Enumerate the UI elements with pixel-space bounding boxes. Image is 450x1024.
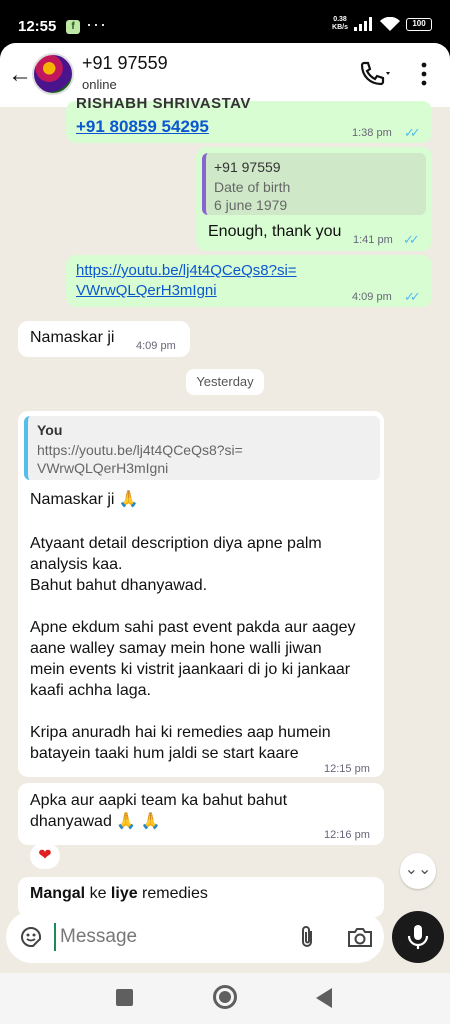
back-arrow-icon[interactable]: ← <box>8 61 32 89</box>
quoted-contact-name: +91 97559 <box>214 159 281 175</box>
more-notifications-icon: ··· <box>86 14 107 34</box>
message-text-part: ke <box>85 885 111 902</box>
kebab-menu-icon[interactable] <box>414 61 434 87</box>
message-line: Apka aur aapki team ka bahut bahut <box>30 792 288 809</box>
status-bar: 12:55 f ··· 0.38 KB/s 100 <box>0 0 450 48</box>
camera-icon[interactable] <box>346 925 374 949</box>
app-notification-icon: f <box>66 20 80 34</box>
message-text: Mangal ke liye remedies <box>30 885 208 903</box>
signal-icon <box>354 17 372 31</box>
message-bubble-incoming[interactable]: Apka aur aapki team ka bahut bahut dhany… <box>18 783 384 845</box>
message-text-part: remedies <box>137 885 208 902</box>
status-time: 12:55 <box>18 18 57 35</box>
message-time: 12:15 pm <box>324 763 370 775</box>
message-line: analysis kaa. <box>30 556 123 573</box>
paperclip-icon[interactable] <box>296 924 318 950</box>
heart-reaction-icon[interactable]: ❤ <box>30 843 60 869</box>
contact-name[interactable]: +91 97559 <box>82 53 168 74</box>
date-separator: Yesterday <box>186 369 264 395</box>
message-line: dhanyawad 🙏 🙏 <box>30 813 161 830</box>
message-line: aane walley samay mein hone walli jiwan <box>30 640 322 657</box>
message-input[interactable] <box>54 923 274 951</box>
message-text-bold: Mangal <box>30 885 86 902</box>
message-bubble-outgoing[interactable]: https://youtu.be/lj4t4QCeQs8?si= VWrwQLQ… <box>66 255 432 307</box>
message-line: Namaskar ji 🙏 <box>30 491 139 508</box>
message-bubble-incoming[interactable]: Namaskar ji 4:09 pm <box>18 321 190 357</box>
read-receipt-icon: ✓✓ <box>403 232 420 247</box>
youtube-link-continued[interactable]: VWrwQLQerH3mIgni <box>76 280 217 301</box>
message-line: batayein taaki hum jaldi se start kaare <box>30 745 299 762</box>
status-indicators: 0.38 KB/s 100 <box>332 16 432 32</box>
read-receipt-icon: ✓✓ <box>404 125 421 140</box>
message-bubble-outgoing[interactable]: +91 97559 Date of birth 6 june 1979 Enou… <box>196 147 432 251</box>
quoted-line: https://youtu.be/lj4t4QCeQs8?si= <box>37 442 243 458</box>
quoted-author: You <box>37 422 63 438</box>
network-speed: 0.38 KB/s <box>332 16 348 31</box>
battery-icon: 100 <box>406 17 432 31</box>
contact-card-phone-link[interactable]: +91 80859 54295 <box>76 117 209 137</box>
message-bubble-incoming[interactable]: You https://youtu.be/lj4t4QCeQs8?si= VWr… <box>18 411 384 777</box>
contact-status: online <box>82 77 117 92</box>
contact-avatar[interactable] <box>32 53 74 95</box>
message-time: 1:41 pm <box>353 234 393 246</box>
message-line: mein events ki vistrit jaankaari di jo k… <box>30 661 351 678</box>
home-button[interactable] <box>213 985 237 1009</box>
microphone-icon <box>407 925 429 949</box>
youtube-link[interactable]: https://youtu.be/lj4t4QCeQs8?si= <box>76 260 297 281</box>
wifi-icon <box>380 16 400 31</box>
message-composer <box>6 911 384 963</box>
message-line: Atyaant detail description diya apne pal… <box>30 535 322 552</box>
message-text-bold: liye <box>110 885 138 902</box>
recents-button[interactable] <box>116 989 133 1006</box>
scroll-to-bottom-button[interactable]: ⌄⌄ <box>400 853 436 889</box>
quoted-message[interactable]: You https://youtu.be/lj4t4QCeQs8?si= VWr… <box>24 416 380 480</box>
quoted-line: VWrwQLQerH3mIgni <box>37 460 169 476</box>
contact-card-name: RISHABH SHRIVASTAV <box>76 95 251 112</box>
phone-icon[interactable] <box>356 61 394 89</box>
message-time: 1:38 pm <box>352 127 392 139</box>
message-line: Kripa anuradh hai ki remedies aap humein <box>30 724 331 741</box>
system-back-button[interactable] <box>316 988 332 1008</box>
message-line: Apne ekdum sahi past event pakda aur aag… <box>30 619 356 636</box>
message-line: kaafi achha laga. <box>30 682 151 699</box>
message-text: Namaskar ji <box>30 329 115 346</box>
quoted-line: Date of birth <box>214 179 291 195</box>
voice-message-button[interactable] <box>392 911 444 963</box>
message-line: Bahut bahut dhanyawad. <box>30 577 208 594</box>
read-receipt-icon: ✓✓ <box>404 289 421 304</box>
message-bubble-outgoing[interactable]: RISHABH SHRIVASTAV +91 80859 54295 1:38 … <box>66 95 432 143</box>
quoted-message[interactable]: +91 97559 Date of birth 6 june 1979 <box>202 153 426 215</box>
message-time: 4:09 pm <box>136 340 176 352</box>
message-text: Enough, thank you <box>208 223 342 240</box>
quoted-line: 6 june 1979 <box>214 197 288 213</box>
sticker-icon[interactable] <box>18 924 44 950</box>
system-navigation-bar <box>0 973 450 1024</box>
message-time: 12:16 pm <box>324 829 370 841</box>
double-chevron-down-icon: ⌄⌄ <box>404 861 432 878</box>
message-time: 4:09 pm <box>352 291 392 303</box>
chat-screen: ← +91 97559 online RISHABH SHRIVASTAV +9… <box>0 43 450 973</box>
